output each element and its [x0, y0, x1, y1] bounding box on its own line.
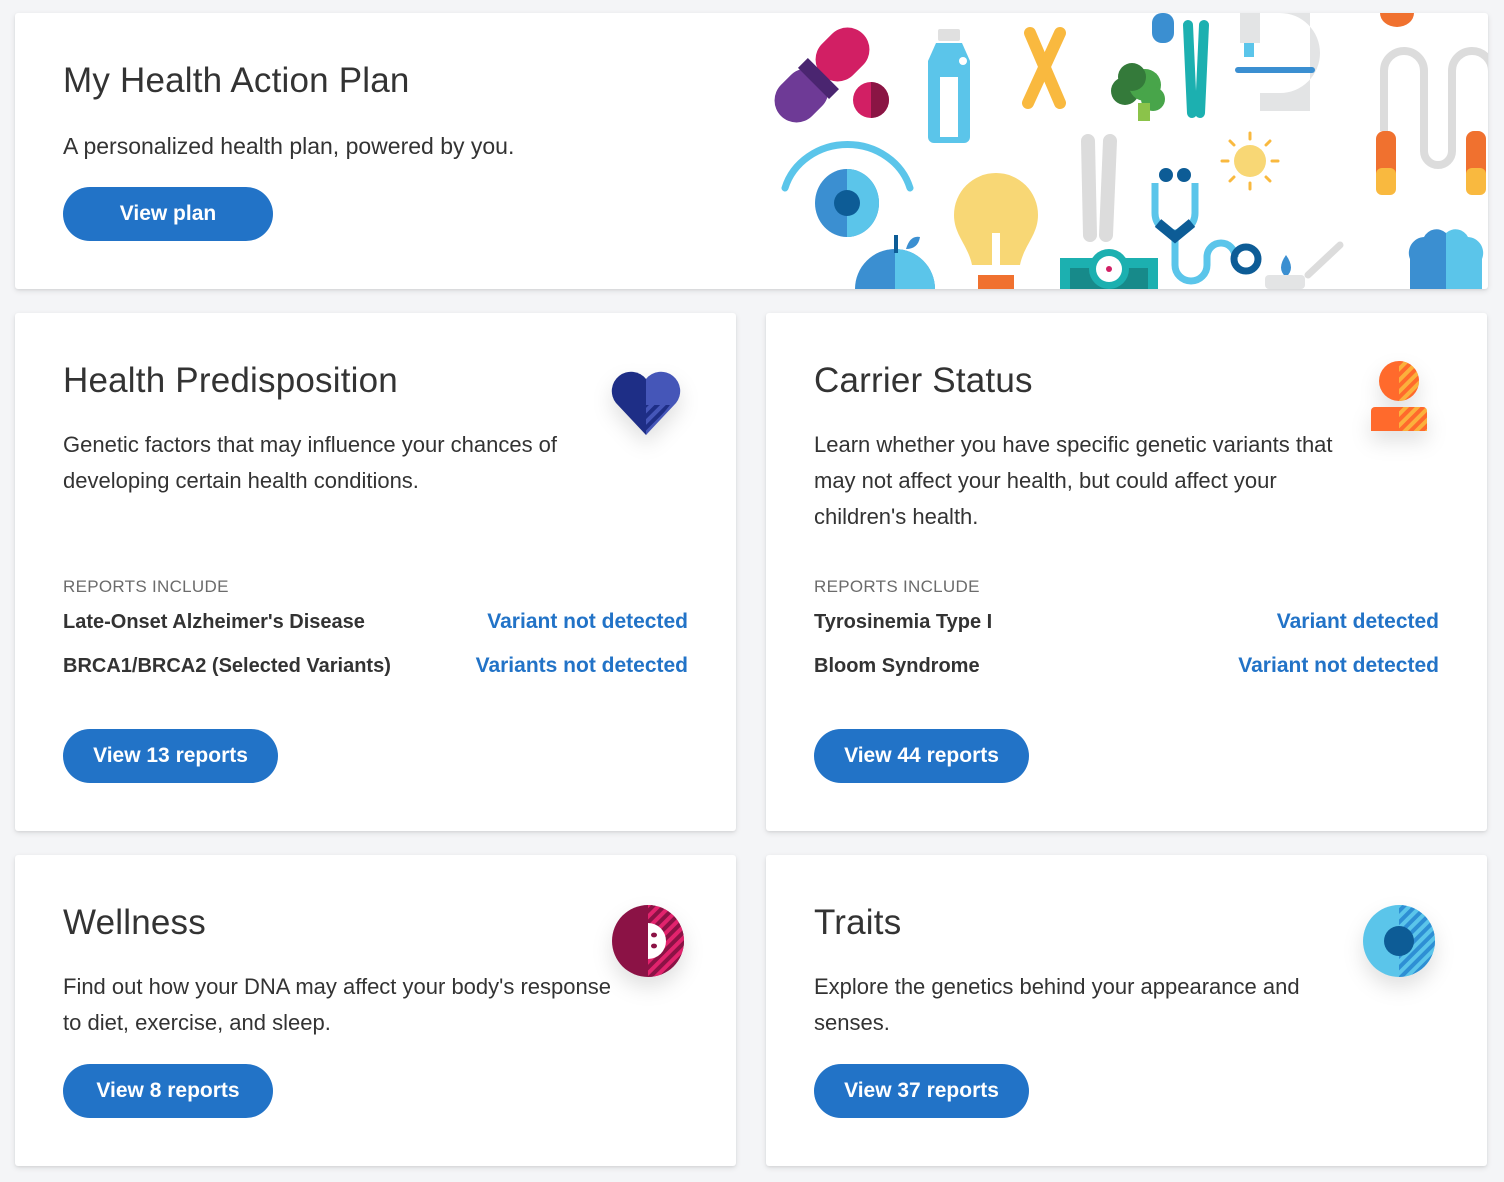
report-name: Tyrosinemia Type I	[814, 610, 993, 633]
report-row: Bloom Syndrome Variant not detected	[814, 651, 1439, 681]
report-row: BRCA1/BRCA2 (Selected Variants) Variants…	[63, 651, 688, 681]
reports-include-label: REPORTS INCLUDE	[814, 577, 980, 596]
broccoli-icon	[1111, 63, 1165, 121]
card-description: Learn whether you have specific genetic …	[814, 432, 1333, 529]
stethoscope-icon	[1151, 168, 1262, 285]
report-name: Late-Onset Alzheimer's Disease	[63, 610, 365, 633]
report-row: Late-Onset Alzheimer's Disease Variant n…	[63, 607, 688, 637]
view-reports-button[interactable]: View 37 reports	[814, 1064, 1029, 1118]
view-plan-button[interactable]: View plan	[63, 187, 273, 241]
card-description: Genetic factors that may influence your …	[63, 432, 558, 493]
jump-rope-icon	[1376, 47, 1488, 195]
hero-title: My Health Action Plan	[63, 61, 410, 100]
card-title: Wellness	[63, 903, 206, 942]
report-row: Tyrosinemia Type I Variant detected	[814, 607, 1439, 637]
view-reports-button[interactable]: View 13 reports	[63, 729, 278, 783]
report-status-link[interactable]: Variant not detected	[487, 610, 688, 634]
scale-icon	[1060, 249, 1158, 289]
health-icons-illustration	[760, 13, 1488, 289]
chromosome-grey-icon	[1081, 134, 1117, 242]
brain-icon	[1408, 229, 1484, 289]
report-name: BRCA1/BRCA2 (Selected Variants)	[63, 654, 391, 677]
hero-subtitle: A personalized health plan, powered by y…	[63, 133, 515, 159]
apple-icon	[855, 235, 935, 289]
chromosome-teal-icon	[1183, 20, 1209, 118]
view-reports-button[interactable]: View 8 reports	[63, 1064, 273, 1118]
health-predisposition-card: Health Predisposition Genetic factors th…	[15, 313, 736, 831]
eye-illustration	[781, 140, 914, 237]
traits-card: Traits Explore the genetics behind your …	[766, 855, 1487, 1166]
tablet-icon	[853, 82, 889, 118]
person-icon	[1361, 359, 1441, 439]
card-title: Carrier Status	[814, 361, 1033, 400]
health-action-plan-card: My Health Action Plan A personalized hea…	[15, 13, 1488, 289]
card-description: Explore the genetics behind your appeara…	[814, 974, 1300, 1035]
report-name: Bloom Syndrome	[814, 654, 980, 677]
report-status-link[interactable]: Variant not detected	[1238, 654, 1439, 678]
chromosome-icon	[1022, 27, 1066, 109]
dropper-icon	[1265, 241, 1344, 289]
card-title: Health Predisposition	[63, 361, 398, 400]
lightbulb-icon	[954, 173, 1038, 289]
microscope-icon	[1235, 13, 1320, 111]
card-title: Traits	[814, 903, 902, 942]
report-status-link[interactable]: Variants not detected	[476, 654, 688, 678]
carrier-status-card: Carrier Status Learn whether you have sp…	[766, 313, 1487, 831]
reports-include-label: REPORTS INCLUDE	[63, 577, 229, 596]
report-status-link[interactable]: Variant detected	[1277, 610, 1439, 634]
wellness-card: Wellness Find out how your DNA may affec…	[15, 855, 736, 1166]
card-description: Find out how your DNA may affect your bo…	[63, 974, 611, 1035]
view-reports-button[interactable]: View 44 reports	[814, 729, 1029, 783]
bottle-icon	[928, 29, 970, 143]
sun-icon	[1220, 131, 1280, 191]
